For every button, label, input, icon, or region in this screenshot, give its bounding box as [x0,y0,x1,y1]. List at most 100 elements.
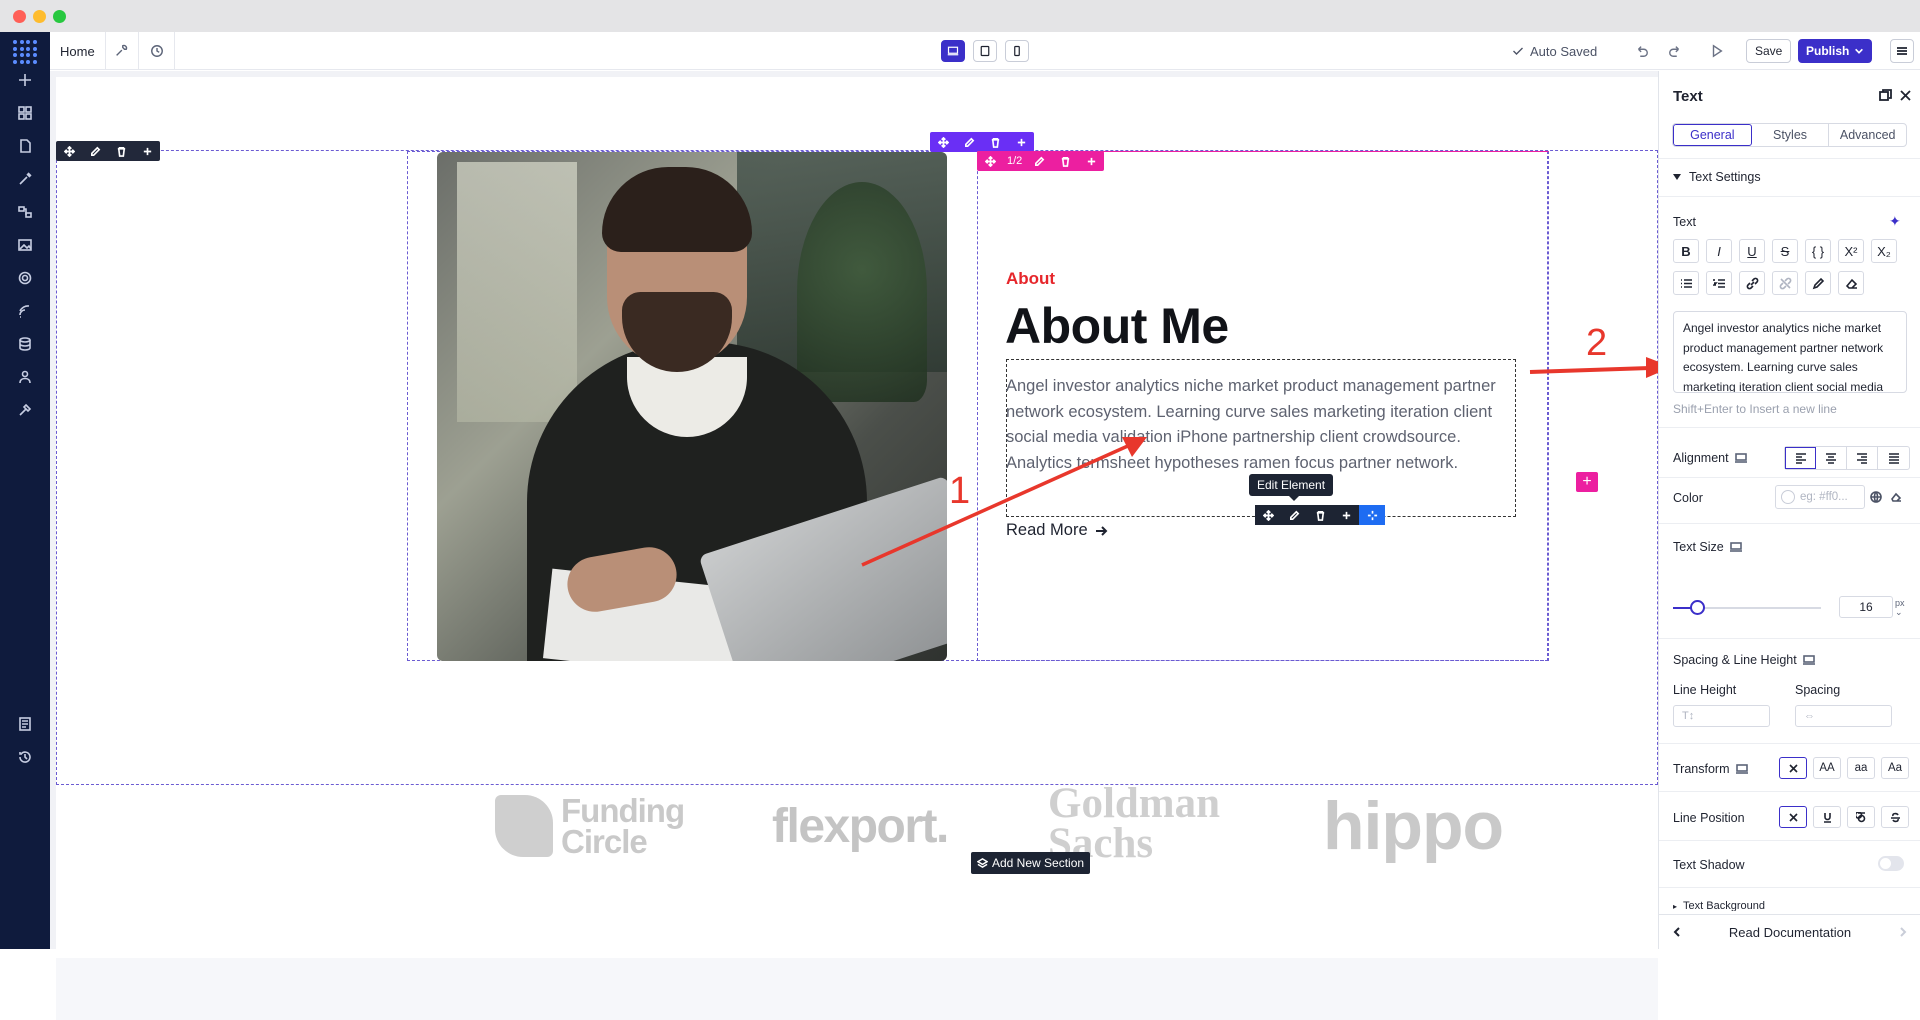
desktop-icon[interactable] [1734,452,1747,464]
add-icon[interactable] [1008,132,1034,152]
tab-home[interactable]: Home [50,32,106,70]
edit-icon[interactable] [956,132,982,152]
desktop-icon[interactable] [1729,541,1742,553]
close-window-button[interactable] [13,10,26,23]
delete-icon[interactable] [982,132,1008,152]
underline-position-button[interactable] [1813,806,1841,828]
transform-none-button[interactable] [1779,757,1807,779]
text-settings-group[interactable]: Text Settings [1673,170,1761,184]
move-icon[interactable] [1255,505,1281,525]
widgets-icon[interactable] [13,101,37,125]
move-icon[interactable] [977,151,1003,171]
italic-button[interactable]: I [1706,239,1732,263]
integrations-icon[interactable] [13,299,37,323]
text-content-input[interactable]: Angel investor analytics niche market pr… [1673,311,1907,393]
detach-panel-icon[interactable] [1879,89,1893,103]
text-size-input[interactable]: 16 [1839,596,1893,618]
bold-button[interactable]: B [1673,239,1699,263]
subscript-button[interactable]: X₂ [1871,239,1897,263]
text-size-slider-handle[interactable] [1690,600,1705,615]
chevron-right-icon[interactable] [1897,926,1909,938]
read-documentation-link[interactable]: Read Documentation [1729,925,1851,940]
add-element-icon[interactable] [13,68,37,92]
overline-position-button[interactable] [1847,806,1875,828]
align-center-button[interactable] [1816,447,1847,469]
ai-assist-icon[interactable] [1359,505,1385,525]
bullet-list-icon[interactable] [1673,271,1699,295]
minimize-window-button[interactable] [33,10,46,23]
mobile-view-button[interactable] [1005,40,1029,62]
text-shadow-toggle[interactable] [1878,856,1904,871]
transform-uppercase-button[interactable]: AA [1813,757,1841,779]
line-none-button[interactable] [1779,806,1807,828]
strikethrough-button[interactable]: S [1772,239,1798,263]
column-width-label[interactable]: 1/2 [1003,155,1026,167]
docs-icon[interactable] [13,712,37,736]
redo-icon[interactable] [1666,42,1684,60]
preview-play-icon[interactable] [1708,42,1726,60]
delete-icon[interactable] [108,141,134,161]
color-swatch[interactable] [1781,490,1795,504]
underline-button[interactable]: U [1739,239,1765,263]
edit-icon[interactable] [1281,505,1307,525]
ai-sparkle-icon[interactable]: ✦ [1889,213,1901,230]
move-icon[interactable] [56,141,82,161]
clear-format-eraser-icon[interactable] [1838,271,1864,295]
code-button[interactable]: { } [1805,239,1831,263]
strikethrough-position-button[interactable] [1881,806,1909,828]
add-new-section-button[interactable]: Add New Section [971,852,1091,874]
history-clock-icon[interactable] [139,32,175,70]
transform-lowercase-button[interactable]: aa [1847,757,1875,779]
wrench-icon[interactable] [103,32,139,70]
text-background-label[interactable]: ▸ Text Background [1673,901,1765,911]
superscript-button[interactable]: X² [1838,239,1864,263]
edit-icon[interactable] [1026,151,1052,171]
about-body-text[interactable]: Angel investor analytics niche market pr… [1006,374,1521,476]
tools-icon[interactable] [13,398,37,422]
publish-button[interactable]: Publish [1798,39,1873,63]
close-panel-icon[interactable] [1899,89,1913,103]
transform-capitalize-button[interactable]: Aa [1881,757,1909,779]
about-kicker[interactable]: About [1006,269,1055,289]
layout-tree-icon[interactable] [13,200,37,224]
add-column-button[interactable]: + [1576,472,1598,492]
reset-color-icon[interactable] [1890,490,1904,504]
add-icon[interactable] [134,141,160,161]
history-icon[interactable] [13,745,37,769]
hamburger-menu-button[interactable] [1890,39,1914,63]
media-icon[interactable] [13,233,37,257]
text-size-unit[interactable]: px ⌄ [1895,599,1905,617]
link-icon[interactable] [1739,271,1765,295]
add-icon[interactable] [1333,505,1359,525]
numbered-list-icon[interactable] [1706,271,1732,295]
align-left-button[interactable] [1785,447,1816,469]
undo-icon[interactable] [1633,42,1651,60]
app-logo[interactable] [13,40,37,64]
database-icon[interactable] [13,332,37,356]
read-more-link[interactable]: Read More [1006,521,1108,540]
align-justify-button[interactable] [1878,447,1909,469]
tab-advanced[interactable]: Advanced [1829,124,1906,146]
delete-icon[interactable] [1052,151,1078,171]
tab-general[interactable]: General [1673,124,1752,146]
unlink-icon[interactable] [1772,271,1798,295]
tablet-view-button[interactable] [973,40,997,62]
pages-icon[interactable] [13,134,37,158]
move-icon[interactable] [930,132,956,152]
design-tools-icon[interactable] [13,167,37,191]
delete-icon[interactable] [1307,505,1333,525]
line-height-input[interactable]: T↕ [1673,705,1770,727]
desktop-view-button[interactable] [941,40,965,62]
desktop-icon[interactable] [1802,654,1815,666]
tab-styles[interactable]: Styles [1752,124,1830,146]
add-icon[interactable] [1078,151,1104,171]
desktop-icon[interactable] [1735,763,1748,775]
color-input[interactable]: eg: #ff0... [1775,485,1865,509]
users-icon[interactable] [13,365,37,389]
align-right-button[interactable] [1847,447,1878,469]
letter-spacing-input[interactable]: ⇔ [1795,705,1892,727]
save-button[interactable]: Save [1746,39,1792,63]
about-heading[interactable]: About Me [1005,297,1229,355]
chevron-left-icon[interactable] [1671,926,1683,938]
text-color-pen-icon[interactable] [1805,271,1831,295]
